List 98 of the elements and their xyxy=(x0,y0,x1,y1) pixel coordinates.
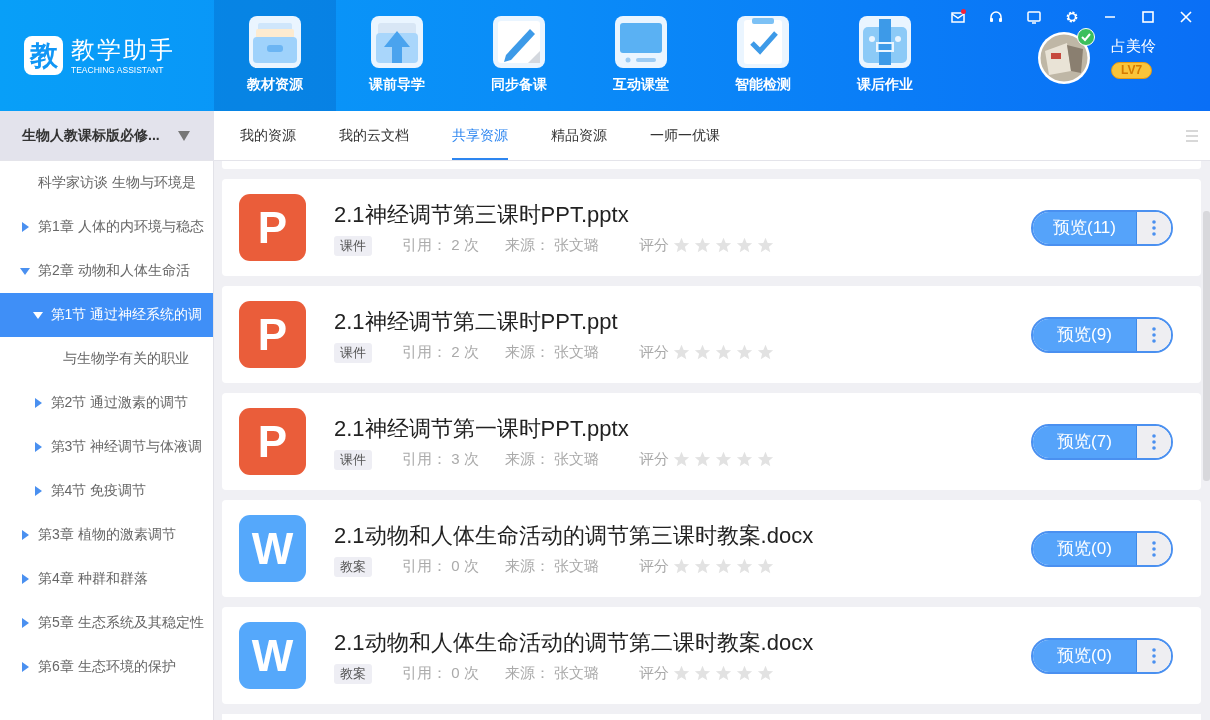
category-tag: 教案 xyxy=(334,663,372,684)
star-rating[interactable] xyxy=(672,237,774,254)
collapse-arrow-icon xyxy=(32,442,43,452)
tree-item[interactable]: 第2节 通过激素的调节 xyxy=(0,381,213,425)
tree-item[interactable]: 第1章 人体的内环境与稳态 xyxy=(0,205,213,249)
collapse-arrow-icon xyxy=(20,222,30,232)
tab[interactable]: 精品资源 xyxy=(551,111,607,160)
citation-count: 引用： 0 次 xyxy=(402,664,479,683)
tree-item[interactable]: 第4节 免疫调节 xyxy=(0,469,213,513)
category-tag: 课件 xyxy=(334,235,372,256)
tree-item[interactable]: 第3节 神经调节与体液调 xyxy=(0,425,213,469)
tree-item[interactable]: 与生物学有关的职业 xyxy=(0,337,213,381)
settings-icon[interactable] xyxy=(1064,9,1080,25)
citation-count: 引用： 0 次 xyxy=(402,557,479,576)
rating-label: 评分 xyxy=(638,450,669,469)
vertical-dots-icon xyxy=(1152,219,1156,236)
nav-tab[interactable]: 课前导学 xyxy=(336,0,458,111)
caret-icon xyxy=(178,130,190,141)
collapse-arrow-icon xyxy=(20,530,30,540)
document-file-icon: W xyxy=(239,622,306,689)
tree-item[interactable]: 第6章 生态环境的保护 xyxy=(0,645,213,689)
expand-arrow-icon xyxy=(20,266,30,276)
source-text: 来源： 张文璐 xyxy=(504,450,599,469)
category-tag: 教案 xyxy=(334,556,372,577)
collapse-arrow-icon xyxy=(20,662,30,672)
category-tag: 课件 xyxy=(334,342,372,363)
checklist-icon xyxy=(736,15,790,69)
file-name[interactable]: 2.1神经调节第二课时PPT.ppt xyxy=(334,306,1031,337)
file-name[interactable]: 2.1动物和人体生命活动的调节第三课时教案.docx xyxy=(334,520,1031,551)
star-rating[interactable] xyxy=(672,451,774,468)
monitor-icon xyxy=(614,15,668,69)
vertical-dots-icon xyxy=(1152,540,1156,557)
tree-item[interactable]: 第1节 通过神经系统的调 xyxy=(0,293,213,337)
collapse-arrow-icon xyxy=(32,398,43,408)
app-title: 教学助手 xyxy=(71,35,175,64)
tab[interactable]: 一师一优课 xyxy=(650,111,720,160)
more-button[interactable] xyxy=(1137,211,1171,244)
star-rating[interactable] xyxy=(672,344,774,361)
tree-item[interactable]: 第4章 种群和群落 xyxy=(0,557,213,601)
nav-tab[interactable]: 课后作业 xyxy=(824,0,946,111)
vertical-dots-icon xyxy=(1152,647,1156,664)
more-button[interactable] xyxy=(1137,425,1171,458)
more-button[interactable] xyxy=(1137,532,1171,565)
vertical-dots-icon xyxy=(1152,326,1156,343)
nav-tab[interactable]: 教材资源 xyxy=(214,0,336,111)
collapse-arrow-icon xyxy=(32,486,43,496)
rating-label: 评分 xyxy=(638,236,669,255)
citation-count: 引用： 2 次 xyxy=(402,343,479,362)
star-rating[interactable] xyxy=(672,558,774,575)
presentation-file-icon: P xyxy=(239,194,306,261)
citation-count: 引用： 2 次 xyxy=(402,236,479,255)
vertical-dots-icon xyxy=(1152,433,1156,450)
collapse-arrow-icon xyxy=(20,618,30,628)
bag-icon xyxy=(858,15,912,69)
document-file-icon: W xyxy=(239,515,306,582)
collapse-arrow-icon xyxy=(20,574,30,584)
chat-icon[interactable] xyxy=(1026,9,1042,25)
avatar[interactable] xyxy=(1037,31,1091,85)
tree-item[interactable]: 第3章 植物的激素调节 xyxy=(0,513,213,557)
rating-label: 评分 xyxy=(638,557,669,576)
tree-item[interactable]: 第5章 生态系统及其稳定性 xyxy=(0,601,213,645)
citation-count: 引用： 3 次 xyxy=(402,450,479,469)
star-rating[interactable] xyxy=(672,665,774,682)
close-icon[interactable] xyxy=(1178,9,1194,25)
category-tag: 课件 xyxy=(334,449,372,470)
nav-tab[interactable]: 互动课堂 xyxy=(580,0,702,111)
headset-icon[interactable] xyxy=(988,9,1004,25)
expand-arrow-icon xyxy=(32,310,43,320)
source-text: 来源： 张文璐 xyxy=(504,557,599,576)
presentation-file-icon: P xyxy=(239,408,306,475)
tab[interactable]: 我的云文档 xyxy=(339,111,409,160)
file-name[interactable]: 2.1动物和人体生命活动的调节第二课时教案.docx xyxy=(334,627,1031,658)
app-subtitle: TEACHING ASSISTANT xyxy=(71,63,165,76)
tree-item[interactable]: 科学家访谈 生物与环境是 xyxy=(0,161,213,205)
source-text: 来源： 张文璐 xyxy=(504,343,599,362)
nav-tab[interactable]: 同步备课 xyxy=(458,0,580,111)
pencil-icon xyxy=(492,15,546,69)
source-text: 来源： 张文璐 xyxy=(504,664,599,683)
tree-item[interactable]: 第2章 动物和人体生命活 xyxy=(0,249,213,293)
scrollbar-thumb[interactable] xyxy=(1203,211,1210,481)
presentation-file-icon: P xyxy=(239,301,306,368)
rating-label: 评分 xyxy=(638,343,669,362)
source-text: 来源： 张文璐 xyxy=(504,236,599,255)
maximize-icon[interactable] xyxy=(1140,9,1156,25)
user-name: 占美伶 xyxy=(1111,37,1156,56)
upload-icon xyxy=(370,15,424,69)
file-name[interactable]: 2.1神经调节第一课时PPT.pptx xyxy=(334,413,1031,444)
tab[interactable]: 我的资源 xyxy=(240,111,296,160)
rating-label: 评分 xyxy=(638,664,669,683)
more-button[interactable] xyxy=(1137,318,1171,351)
more-button[interactable] xyxy=(1137,639,1171,672)
nav-tab[interactable]: 智能检测 xyxy=(702,0,824,111)
file-name[interactable]: 2.1神经调节第三课时PPT.pptx xyxy=(334,199,1031,230)
mail-icon[interactable] xyxy=(950,9,966,25)
logo-icon: 教 xyxy=(24,36,63,75)
drawer-icon xyxy=(248,15,302,69)
course-dropdown[interactable]: 生物人教课标版必修... xyxy=(0,111,214,160)
level-badge: LV7 xyxy=(1111,62,1153,79)
